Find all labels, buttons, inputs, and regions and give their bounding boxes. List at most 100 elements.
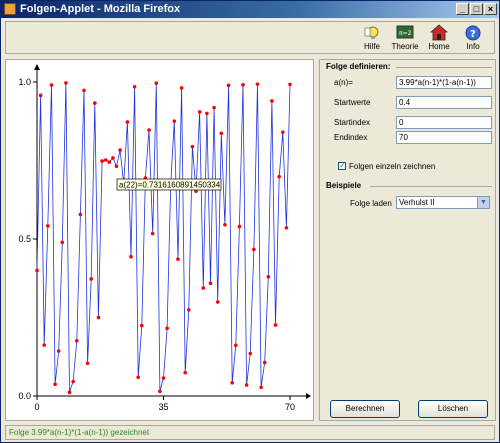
theory-button[interactable]: π=2 Theorie [389, 24, 421, 54]
data-point[interactable] [197, 110, 202, 114]
data-point[interactable] [136, 375, 140, 380]
data-point[interactable] [46, 224, 50, 228]
data-point[interactable] [125, 120, 130, 124]
data-point[interactable] [237, 224, 242, 229]
data-point[interactable] [147, 128, 151, 132]
data-point[interactable] [67, 390, 72, 395]
data-point[interactable] [107, 160, 112, 164]
data-point[interactable] [100, 159, 104, 163]
sequence-plot[interactable]: 0 35 70 0.0 0.5 1.0 a(22)=0.7316160891450334 [6, 60, 313, 420]
data-point[interactable] [201, 286, 206, 290]
data-point[interactable] [190, 144, 195, 149]
start-index-input[interactable]: 0 [396, 116, 492, 129]
maximize-button[interactable]: □ [470, 3, 483, 15]
end-index-input[interactable]: 70 [396, 131, 492, 144]
data-point[interactable] [244, 383, 249, 387]
data-point[interactable] [111, 156, 115, 160]
data-point[interactable] [172, 119, 177, 123]
data-point[interactable] [183, 370, 187, 375]
data-point[interactable] [132, 84, 137, 89]
data-point[interactable] [212, 105, 216, 110]
data-point[interactable] [215, 300, 220, 304]
data-point[interactable] [252, 247, 256, 252]
data-point[interactable] [219, 131, 224, 136]
data-point[interactable] [270, 99, 274, 103]
chevron-down-icon[interactable]: ▼ [477, 197, 489, 208]
data-point[interactable] [176, 257, 180, 261]
data-point[interactable] [165, 326, 169, 331]
data-point[interactable] [187, 308, 191, 312]
data-point[interactable] [129, 254, 133, 259]
data-point[interactable] [230, 380, 234, 385]
load-sequence-select[interactable]: Verhulst II ▼ [396, 196, 490, 209]
settings-panel: Folge definieren: a(n)= 3.99*a(n-1)*(1-a… [319, 59, 496, 421]
help-button[interactable]: Hilfe [356, 24, 388, 54]
start-value-input[interactable]: 0.4 [396, 96, 492, 109]
data-point[interactable] [42, 343, 47, 347]
data-point[interactable] [158, 389, 162, 394]
formula-label: a(n)= [334, 78, 353, 87]
data-point[interactable] [205, 111, 209, 116]
title-bar: Folgen-Applet - Mozilla Firefox _ □ × [1, 1, 499, 18]
data-point[interactable] [60, 240, 65, 245]
end-index-label: Endindex [334, 133, 368, 142]
data-point[interactable] [150, 231, 155, 236]
data-point[interactable] [273, 323, 278, 327]
y-tick-label: 0.0 [18, 391, 31, 401]
data-point[interactable] [262, 360, 267, 365]
data-point[interactable] [64, 81, 68, 85]
data-point[interactable] [223, 222, 227, 227]
data-point[interactable] [259, 385, 263, 390]
minimize-button[interactable]: _ [456, 3, 469, 15]
data-point[interactable] [114, 164, 119, 169]
formula-input[interactable]: 3.99*a(n-1)*(1-a(n-1)) [396, 76, 492, 89]
clear-button[interactable]: Löschen [418, 400, 488, 418]
examples-divider [370, 186, 492, 187]
toolbar: Hilfe π=2 Theorie Home ? Info [5, 21, 495, 54]
data-point[interactable] [208, 281, 213, 286]
plot-panel[interactable]: 0 35 70 0.0 0.5 1.0 a(22)=0.7316160891450334 [5, 59, 314, 421]
definition-divider [396, 67, 492, 68]
data-point[interactable] [277, 174, 281, 179]
info-button[interactable]: ? Info [457, 24, 489, 54]
data-point[interactable] [233, 343, 238, 348]
data-point[interactable] [140, 323, 144, 328]
compute-button[interactable]: Berechnen [330, 400, 400, 418]
single-draw-checkbox[interactable]: ✓ [338, 162, 346, 170]
data-point[interactable] [38, 93, 43, 98]
data-point[interactable] [179, 86, 184, 90]
data-point[interactable] [85, 361, 90, 366]
window-title: Folgen-Applet - Mozilla Firefox [20, 3, 181, 15]
data-point[interactable] [96, 315, 101, 320]
examples-heading: Beispiele [326, 181, 362, 190]
data-point[interactable] [288, 82, 292, 87]
theory-label: Theorie [391, 42, 419, 51]
start-index-label: Startindex [334, 118, 371, 127]
data-point[interactable] [49, 83, 54, 87]
data-point[interactable] [35, 268, 39, 273]
data-point[interactable] [248, 351, 253, 356]
data-point[interactable] [154, 81, 159, 85]
definition-heading: Folge definieren: [326, 62, 391, 71]
data-point[interactable] [56, 349, 61, 353]
data-point[interactable] [53, 382, 57, 387]
data-point[interactable] [266, 275, 271, 279]
data-point[interactable] [118, 148, 122, 152]
data-point[interactable] [161, 376, 166, 380]
home-button[interactable]: Home [423, 24, 455, 54]
data-point[interactable] [71, 379, 75, 384]
data-point[interactable] [284, 225, 289, 230]
data-point[interactable] [89, 277, 94, 281]
data-point[interactable] [74, 338, 79, 343]
close-button[interactable]: × [484, 3, 497, 15]
help-lightbulb-icon [364, 26, 379, 39]
data-point[interactable] [103, 158, 108, 162]
data-point[interactable] [280, 130, 285, 134]
data-point[interactable] [241, 82, 245, 87]
browser-window: Folgen-Applet - Mozilla Firefox _ □ × Hi… [0, 0, 500, 443]
data-point[interactable] [82, 88, 86, 93]
data-point[interactable] [226, 83, 231, 88]
data-point[interactable] [255, 82, 260, 86]
data-point[interactable] [78, 212, 83, 217]
data-point[interactable] [93, 101, 97, 105]
